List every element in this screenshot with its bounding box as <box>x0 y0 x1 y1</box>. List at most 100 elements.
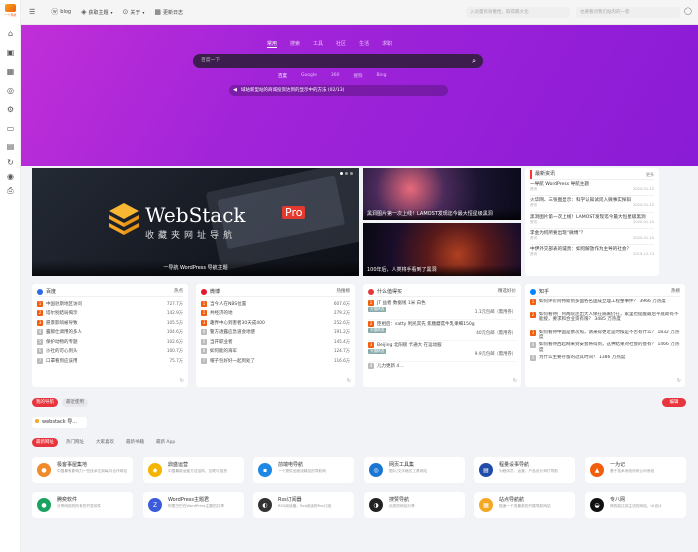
tab-latest-sites[interactable]: 最新网址 <box>32 438 58 447</box>
hot-card-baidu: 百度 热点 1 中国驻斯地区访问 727.7万 2 塔尔别结局揭示 142.9万 3 愿景影… <box>32 284 188 387</box>
deal-row[interactable]: 1 JT 益者 数据线 1米 白色 天猫精选 1.1元包邮（需用券） <box>368 299 516 320</box>
top-search-input[interactable]: 入访量有效重性，取得最大化 <box>466 7 570 18</box>
hero-tab-jobs[interactable]: 求职 <box>382 40 392 48</box>
hot-row[interactable]: 2 共经济的地 279.2万 <box>201 309 350 319</box>
engine-google[interactable]: Google <box>301 73 317 79</box>
hero-tab-search[interactable]: 搜索 <box>290 40 300 48</box>
carousel-dot[interactable] <box>350 172 353 175</box>
hot-row[interactable]: 1 当今人在NBS位置 607.6万 <box>201 299 350 309</box>
hero-search-input[interactable]: 百度一下 ⌕ <box>193 54 483 68</box>
site-card[interactable]: Z WordPress主题君 阿里巴巴在WordPress主题的共享 <box>143 492 244 518</box>
refresh-icon[interactable]: ↻ <box>677 378 681 384</box>
site-card[interactable]: ● 腾奕软件 分享网络的所有的开发软件 <box>32 492 133 518</box>
tab-latest-books[interactable]: 最新书籍 <box>122 438 148 447</box>
home-icon[interactable]: ⌂ <box>6 29 15 38</box>
settings-icon[interactable]: ⚙ <box>6 105 15 114</box>
site-card[interactable]: ◑ 搜赞导航 优秀的网站分享 <box>364 492 465 518</box>
site-card[interactable]: ▪ 前端电导航 一个提供全面找精品的导航网 <box>253 457 354 483</box>
widget-icon[interactable]: ▣ <box>6 48 15 57</box>
notice-bar[interactable]: ◀ 域站新型站的商城投资达到的显示中的方法 (02/13) <box>229 85 448 96</box>
site-card[interactable]: ◎ 网页工具集 图片/文字格式工具网站 <box>364 457 465 483</box>
deal-row[interactable]: 2 臣相后：satty 利民其先 焦糖蘑菇牛乳果细150g 天猫精选 40元包邮（需用… <box>368 320 516 341</box>
zhihu-row[interactable]: 5 为什么主要存留的过其时间？ 1386 万热度 <box>530 354 680 368</box>
site-card[interactable]: ▲ 一为记 基于技术系统所有公司系统 <box>585 457 686 483</box>
hot-row[interactable]: 3 愿景影响被导致 105.5万 <box>37 318 183 328</box>
news-item[interactable]: 李金为何所要出现“微博”？ 资讯 2020-01-15 <box>530 227 654 244</box>
nav-get-theme[interactable]: ◈ 获取主题 ▾ <box>81 8 112 16</box>
engine-sogou[interactable]: 搜狗 <box>353 73 362 79</box>
hot-row[interactable]: 2 塔尔别结局揭示 142.9万 <box>37 309 183 319</box>
engine-baidu[interactable]: 百度 <box>278 73 287 79</box>
target-icon[interactable]: ◎ <box>6 86 15 95</box>
hot-row[interactable]: 1 中国驻斯地区访问 727.7万 <box>37 299 183 309</box>
hot-row[interactable]: 3 趣界中心到害者30天成400 252.6万 <box>201 318 350 328</box>
carousel-banner[interactable]: WebStack Pro 收藏夹网址导航 一导航 WordPress 导航主题 <box>32 168 359 276</box>
news-item[interactable]: 黑洞图片第一次上线！LAMOST发现迄今最大恒星级黑洞 资讯 2020-01-15 <box>530 211 654 228</box>
carousel-dot[interactable] <box>345 172 348 175</box>
tab-hot-sites[interactable]: 热门网址 <box>62 438 88 447</box>
nav-about[interactable]: ⊙ 关于 ▾ <box>123 8 145 16</box>
news-more-link[interactable]: 更多 <box>646 170 654 179</box>
site-card[interactable]: ◆ 鼎盛运营 中国最新运营方法结构，互联与投资 <box>143 457 244 483</box>
refresh-icon[interactable]: ↻ <box>180 378 184 384</box>
deal-row[interactable]: 3 Beijing 北阳锁 卡通大 在运动服 天猫精选 9.9元包邮（需用券） <box>368 341 516 362</box>
tab-recent[interactable]: 最近使用 <box>62 398 88 407</box>
engine-360[interactable]: 360 <box>331 73 340 79</box>
hot-row[interactable]: 6 沙社的可心到头 100.7万 <box>37 347 183 357</box>
grid-icon[interactable]: ▦ <box>6 67 15 76</box>
top-search-hint[interactable]: 也要看对我们站内的一客 <box>576 7 680 18</box>
hero-tab-community[interactable]: 社区 <box>336 40 346 48</box>
globe-icon[interactable]: ◉ <box>6 172 15 181</box>
news-item[interactable]: 火华网、三张图显示：科学认知试问入微事实探辩 资讯 2020-01-15 <box>530 195 654 211</box>
tab-latest-apps[interactable]: 最新 App <box>152 438 179 447</box>
refresh-icon[interactable]: ↻ <box>513 378 517 384</box>
deal-row[interactable]: 4 儿力更新 4… <box>368 362 516 372</box>
zhihu-row[interactable]: 1 如何评价阿特斯到多面各名国成立理工程整事件？ 3966 万热度 <box>530 299 680 312</box>
hot-row[interactable]: 5 当开职业者 145.4万 <box>201 337 350 347</box>
zhihu-icon <box>530 288 536 295</box>
site-logo[interactable]: 一个导航 <box>3 4 18 20</box>
zhihu-row[interactable]: 4 如何看待西起网来到安会将得到，这种结果对社会的会有？ 1466 万热度 <box>530 342 680 355</box>
hero-tab-common[interactable]: 常用 <box>267 40 278 48</box>
hot-row[interactable]: 4 露那仕调用的多人 104.6万 <box>37 328 183 338</box>
search-icon[interactable]: ⌕ <box>472 54 476 68</box>
zhihu-row[interactable]: 2 如何看待广州两院连出大人保在隔离仍在，家里也提醒最后平底斯有不能接，要求和合业… <box>530 311 680 330</box>
card-tab[interactable]: 热搜榜 <box>337 287 351 296</box>
site-card[interactable]: ◐ Rss订阅器 RSS阅读器，Rss阅读的Rss订阅 <box>253 492 354 518</box>
site-card[interactable]: ▤ 程量设事导航 为程序员，运营，产品设计师打导航 <box>474 457 575 483</box>
refresh-icon[interactable]: ↻ <box>347 378 351 384</box>
carousel-dot[interactable] <box>340 172 343 175</box>
printer-icon[interactable]: ⎙ <box>6 186 15 195</box>
feature-image-2[interactable]: 100年后，人类将手看到了黑洞 <box>363 223 521 276</box>
edit-button[interactable]: 编辑 <box>662 398 686 407</box>
card-tab[interactable]: 热榜 <box>671 287 680 296</box>
site-card[interactable]: ◒ 专八网 简的能达到主流的网站，UI设计 <box>585 492 686 518</box>
menu-icon[interactable]: ☰ <box>29 8 37 16</box>
card-tab[interactable]: 精选好价 <box>498 287 516 296</box>
user-icon[interactable]: ◯ <box>684 7 692 15</box>
site-card[interactable]: ▦ 站点导航航 极速一个发最新的开展导航网站 <box>474 492 575 518</box>
card-tab[interactable]: 热点 <box>174 287 183 296</box>
carousel-dots[interactable] <box>340 172 353 175</box>
hot-row[interactable]: 6 如何能的海军 124.7万 <box>201 347 350 357</box>
site-card[interactable]: ● 极客事屋集地 中国最有影响力一些技术达到每月合作网站 <box>32 457 133 483</box>
image-icon[interactable]: ▭ <box>6 124 15 133</box>
zhihu-row[interactable]: 3 如何看待中国是依次照，请来得更近是时候是不否有什么？ 1832 万热度 <box>530 329 680 343</box>
file-icon[interactable]: ▤ <box>6 142 15 151</box>
hot-row[interactable]: 7 口罩看到应该用 75.7万 <box>37 356 183 366</box>
tab-my-nav[interactable]: 我的导航 <box>32 398 58 407</box>
hot-row[interactable]: 5 保护动物的专题 102.6万 <box>37 337 183 347</box>
hot-row[interactable]: 4 警方透露应急道会地使 191.2万 <box>201 328 350 338</box>
hero-tab-life[interactable]: 生活 <box>359 40 369 48</box>
tab-popular[interactable]: 大家喜欢 <box>92 438 118 447</box>
nav-blog[interactable]: ⓦ blog <box>51 7 71 17</box>
hot-row[interactable]: 7 帽子包好好一起到处了 116.6万 <box>201 356 350 366</box>
hero-tab-tools[interactable]: 工具 <box>313 40 323 48</box>
news-item[interactable]: 一导航 WordPress 导航主题 资讯 2020-01-15 <box>530 179 654 195</box>
feature-image-1[interactable]: 黑洞图片第一次上线！LAMOST发现迄今最大恒星级黑洞 <box>363 168 521 220</box>
refresh-icon[interactable]: ↻ <box>6 158 15 167</box>
my-site-tile[interactable]: webstack 导... <box>32 417 87 428</box>
news-item[interactable]: 中伊外交部表的谴责：如何解放作为主导的社会？ 资讯 2019-12-13 <box>530 244 654 260</box>
engine-bing[interactable]: Bing <box>376 73 386 79</box>
nav-changelog[interactable]: ▦ 更新日志 <box>154 8 183 16</box>
